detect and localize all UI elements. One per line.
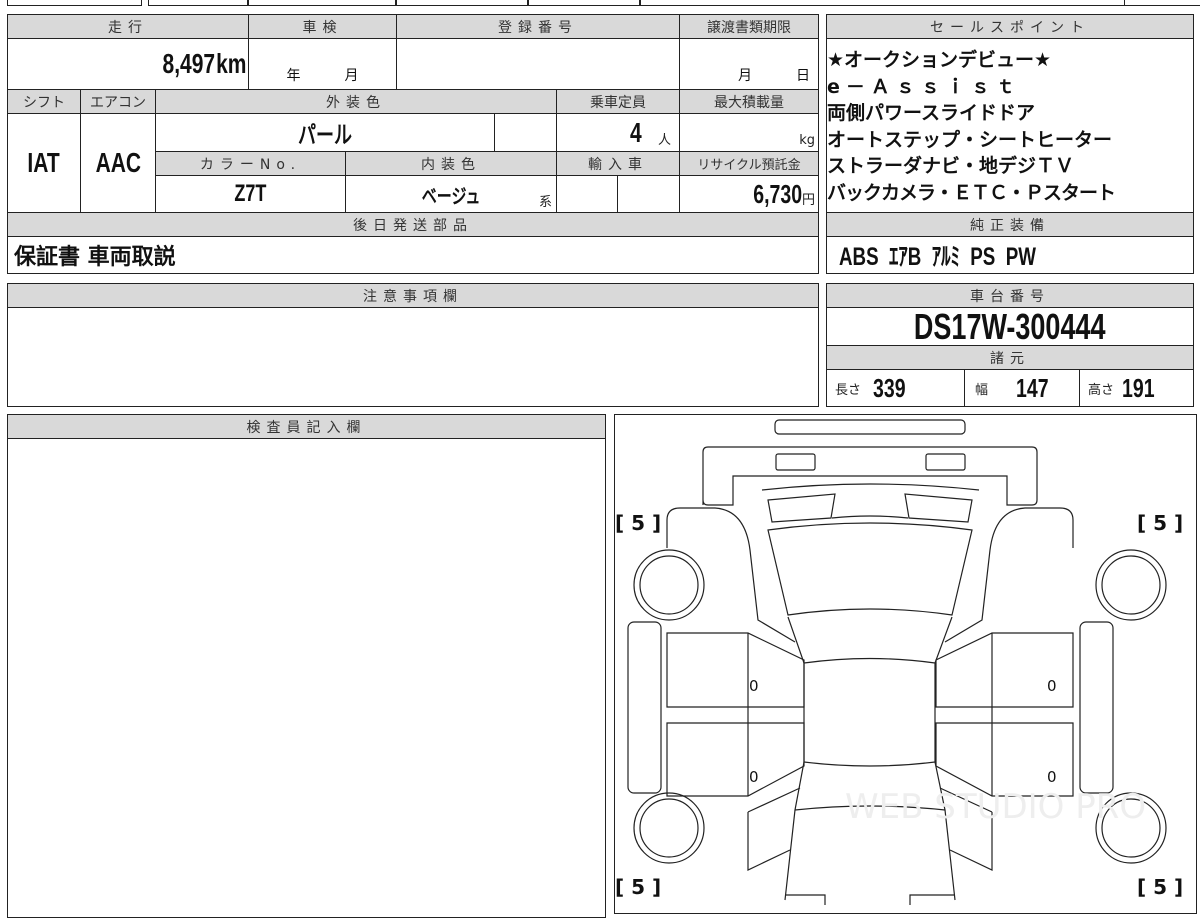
corner-mark-rear-left: [ 5 ] bbox=[615, 875, 662, 899]
sales-point: オートステップ・シートヒーター bbox=[827, 128, 1113, 151]
spec-length: 長さ 339 bbox=[826, 369, 965, 407]
top-cell bbox=[396, 0, 528, 6]
notes-label: 注意事項欄 bbox=[7, 283, 819, 308]
sales-points-label: セールスポイント bbox=[826, 14, 1194, 39]
sales-point: バックカメラ・ＥＴＣ・Ｐスタート bbox=[827, 181, 1116, 204]
mileage-label: 走行 bbox=[7, 14, 249, 39]
later-parts-value: 保証書 車両取説 bbox=[7, 236, 819, 274]
corner-mark-front-right: [ 5 ] bbox=[1137, 511, 1184, 535]
sales-point: ★オークションデビュー★ bbox=[827, 49, 1052, 71]
inspector-area bbox=[7, 438, 606, 918]
sales-point: 両側パワースライドドア bbox=[827, 102, 1036, 124]
door-mark: 0 bbox=[1047, 677, 1057, 695]
top-cell bbox=[7, 0, 142, 6]
chassis-label: 車台番号 bbox=[826, 283, 1194, 308]
watermark: WEB STUDIO PRO bbox=[845, 787, 1147, 827]
sales-points-list: ★オークションデビュー★ e－Ａｓｓｉｓｔ 両側パワースライドドア オートステッ… bbox=[826, 38, 1194, 213]
top-cell bbox=[248, 0, 396, 6]
shift-label: シフト bbox=[7, 89, 81, 114]
later-parts-label: 後日発送部品 bbox=[7, 212, 819, 237]
door-mark: 0 bbox=[1047, 768, 1057, 786]
top-cell bbox=[640, 0, 1200, 6]
mileage-value: 8,497 km bbox=[7, 38, 249, 90]
shift-value: IAT bbox=[7, 113, 81, 213]
max-load-label: 最大積載量 bbox=[679, 89, 819, 114]
top-cell bbox=[1124, 0, 1200, 6]
specs-label: 諸元 bbox=[826, 345, 1194, 370]
inspection-label: 車検 bbox=[248, 14, 397, 39]
notes-area bbox=[7, 307, 819, 407]
equipment-label: 純正装備 bbox=[826, 212, 1194, 237]
transfer-deadline-value: 月日 bbox=[679, 38, 819, 90]
exterior-extra bbox=[494, 113, 557, 152]
top-cell bbox=[148, 0, 248, 6]
import-value-1 bbox=[556, 175, 618, 213]
inspector-label: 検査員記入欄 bbox=[7, 414, 606, 439]
import-value-2 bbox=[617, 175, 680, 213]
color-no-label: カラーNo. bbox=[155, 151, 346, 176]
spec-width: 幅 147 bbox=[964, 369, 1080, 407]
capacity-label: 乗車定員 bbox=[556, 89, 680, 114]
registration-label: 登録番号 bbox=[396, 14, 680, 39]
spec-height: 高さ 191 bbox=[1079, 369, 1194, 407]
interior-color-label: 内装色 bbox=[345, 151, 557, 176]
import-label: 輸入車 bbox=[556, 151, 680, 176]
exterior-color-label: 外装色 bbox=[155, 89, 557, 114]
interior-color-value: ベージュ系 bbox=[345, 175, 557, 213]
inspection-value: 年月 bbox=[248, 38, 397, 90]
ac-value: AAC bbox=[80, 113, 156, 213]
equipment-value: ABS ｴｱB ｱﾙﾐ PS PW bbox=[826, 236, 1194, 274]
corner-mark-front-left: [ 5 ] bbox=[615, 511, 662, 535]
transfer-deadline-label: 譲渡書類期限 bbox=[679, 14, 819, 39]
car-diagram: [ 5 ] [ 5 ] [ 5 ] [ 5 ] 0 0 0 0 WEB STUD… bbox=[614, 414, 1197, 914]
door-mark: 0 bbox=[749, 677, 759, 695]
corner-mark-rear-right: [ 5 ] bbox=[1137, 875, 1184, 899]
color-no-value: Z7T bbox=[155, 175, 346, 213]
chassis-value: DS17W-300444 bbox=[826, 307, 1194, 346]
ac-label: エアコン bbox=[80, 89, 156, 114]
capacity-value: 4人 bbox=[556, 113, 680, 152]
car-outline-icon bbox=[627, 419, 1167, 905]
sales-point: ストラーダナビ・地デジＴＶ bbox=[827, 155, 1075, 177]
registration-value bbox=[396, 38, 680, 90]
recycle-value: 6,730 円 bbox=[679, 175, 819, 213]
max-load-value: kg bbox=[679, 113, 819, 152]
exterior-color-value: パール bbox=[155, 113, 495, 152]
top-cell bbox=[528, 0, 640, 6]
sales-point: e－Ａｓｓｉｓｔ bbox=[827, 75, 1021, 98]
recycle-label: リサイクル預託金 bbox=[679, 151, 819, 176]
door-mark: 0 bbox=[749, 768, 759, 786]
